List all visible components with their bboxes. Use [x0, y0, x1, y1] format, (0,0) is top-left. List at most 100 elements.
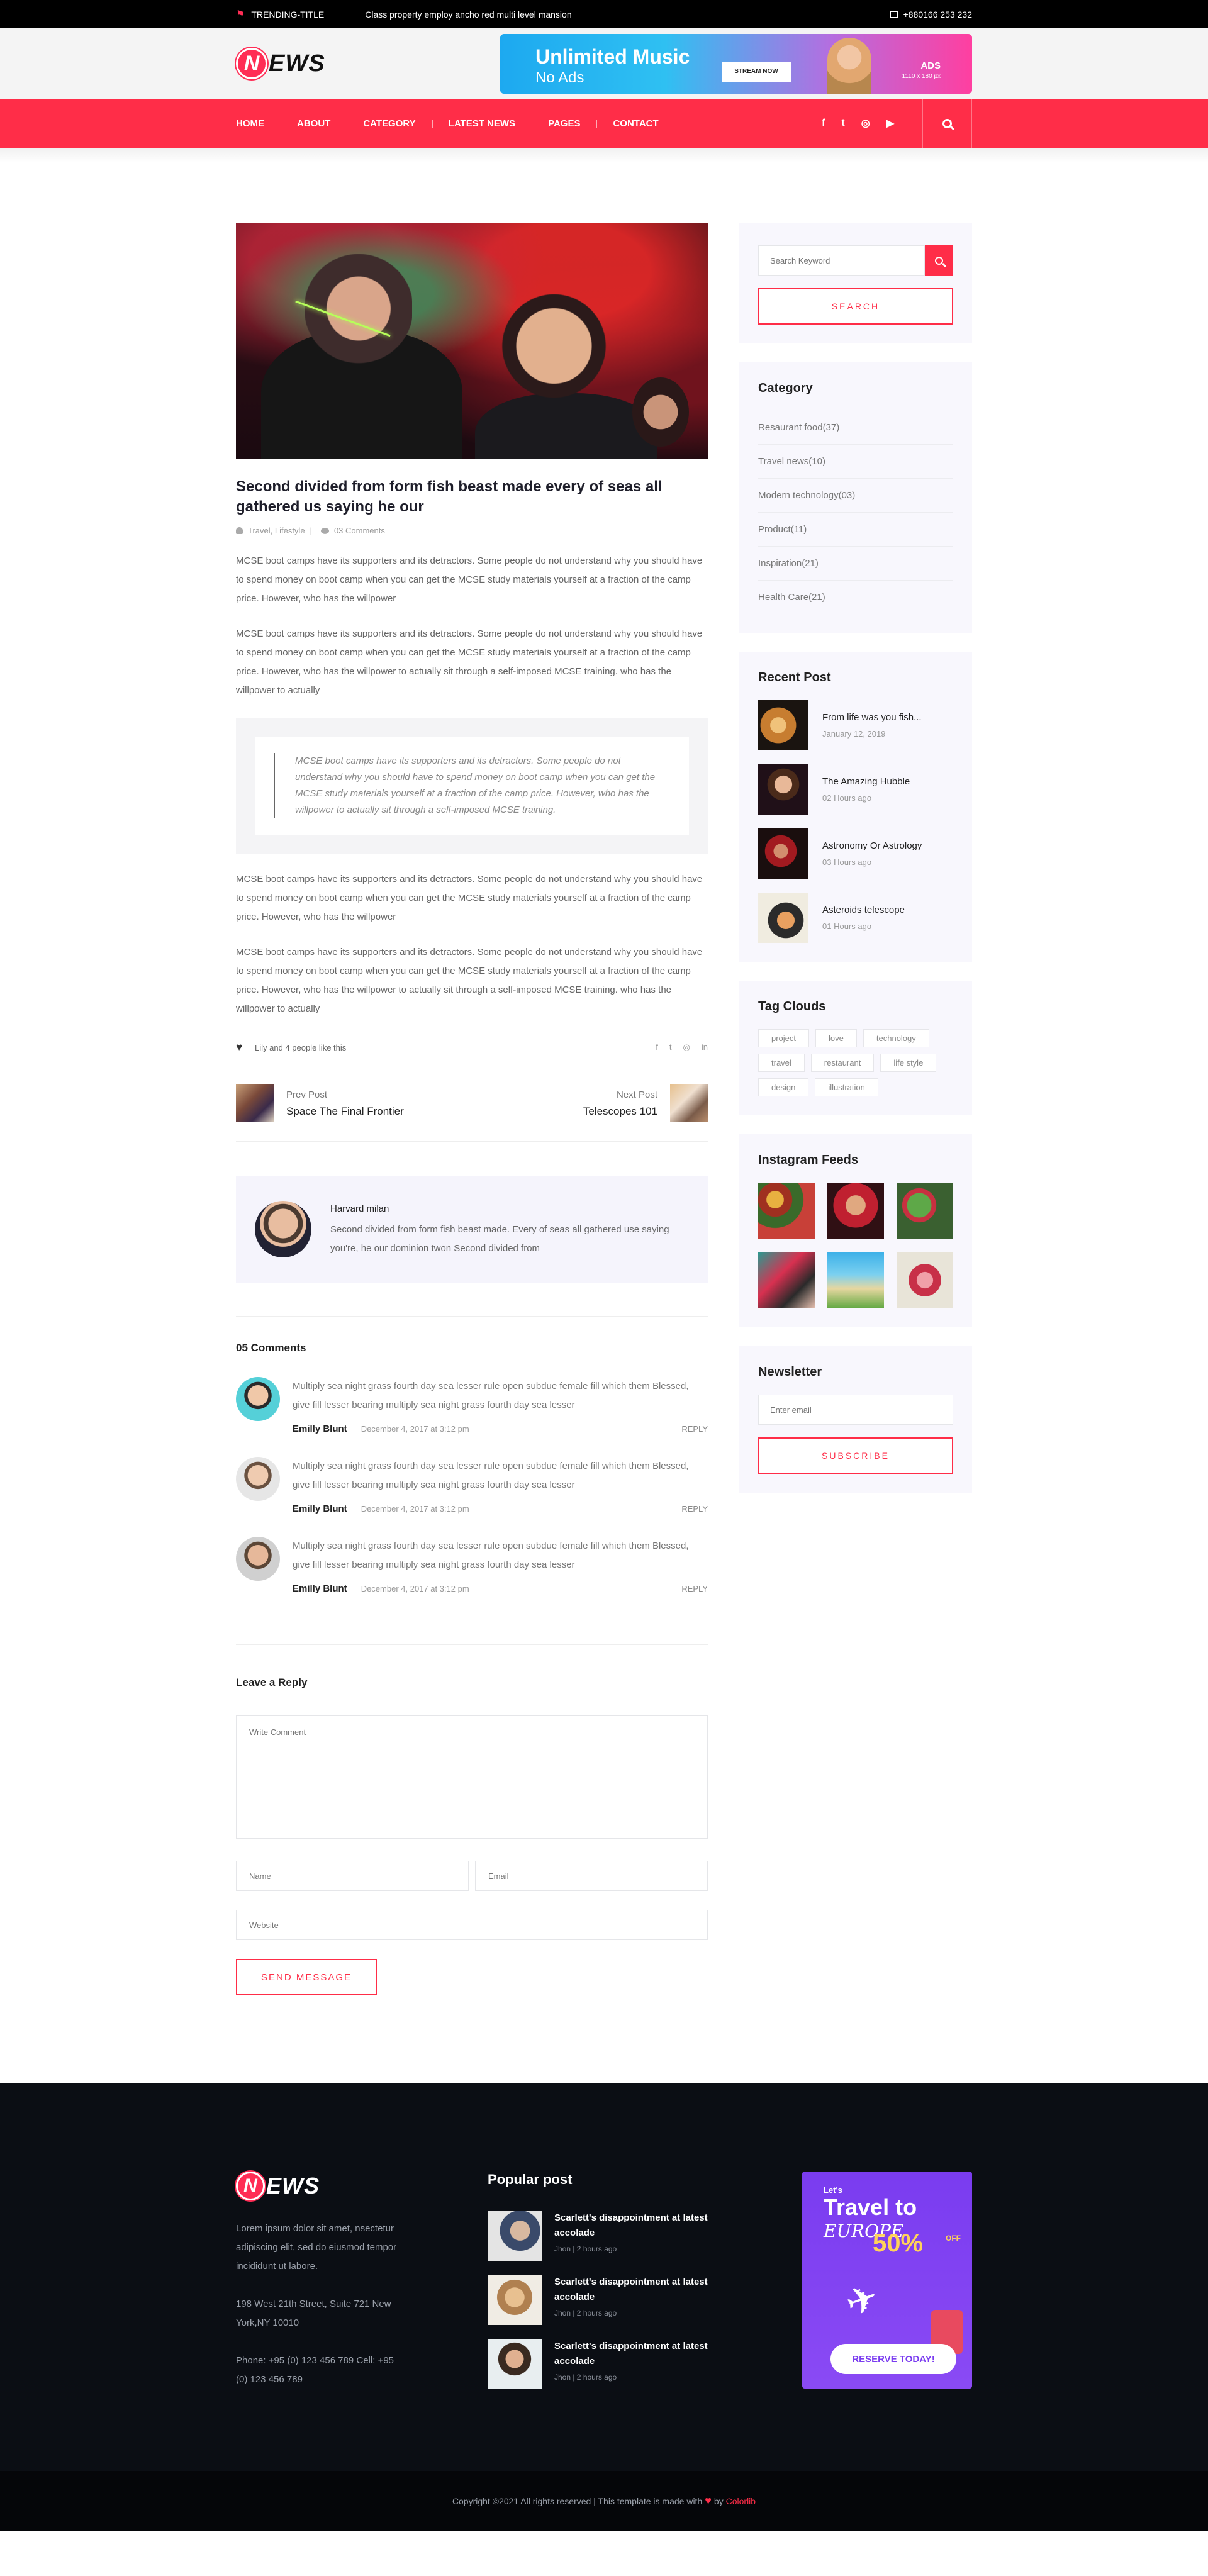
twitter-icon[interactable]: t [669, 1042, 672, 1052]
nav-search-button[interactable] [923, 99, 972, 148]
recent-post-date: 01 Hours ago [822, 922, 872, 931]
comment-author[interactable]: Emilly Blunt [293, 1583, 347, 1594]
post-feature-image [236, 223, 708, 459]
prev-post-thumbnail [236, 1084, 274, 1122]
comment-text: Multiply sea night grass fourth day sea … [293, 1461, 689, 1490]
search-icon [942, 118, 952, 128]
category-item[interactable]: Modern technology(03) [758, 479, 953, 513]
nav-item-latest-news[interactable]: LATEST NEWS [432, 118, 532, 129]
facebook-icon[interactable]: f [822, 118, 825, 129]
reply-button[interactable]: reply [681, 1584, 708, 1593]
subscribe-button[interactable]: Subscribe [758, 1437, 953, 1474]
tag-item[interactable]: restaurant [810, 1054, 875, 1072]
search-input[interactable] [758, 245, 925, 276]
facebook-icon[interactable]: f [656, 1042, 658, 1052]
instagram-photo[interactable] [758, 1183, 815, 1239]
tag-item[interactable]: technology [863, 1029, 929, 1047]
colorlib-link[interactable]: Colorlib [726, 2496, 756, 2506]
send-message-button[interactable]: Send Message [236, 1959, 377, 1995]
category-item[interactable]: Product(11) [758, 513, 953, 547]
comment-text: Multiply sea night grass fourth day sea … [293, 1381, 689, 1410]
tag-item[interactable]: design [758, 1078, 809, 1096]
youtube-icon[interactable]: ▶ [886, 117, 894, 130]
search-button[interactable]: Search [758, 288, 953, 325]
instagram-photo[interactable] [897, 1252, 953, 1308]
recent-post-date: 02 Hours ago [822, 793, 872, 803]
post-categories[interactable]: Travel, Lifestyle [248, 526, 305, 535]
comment-author[interactable]: Emilly Blunt [293, 1424, 347, 1434]
heart-icon[interactable]: ♥ [236, 1042, 246, 1052]
tag-item[interactable]: project [758, 1029, 810, 1047]
site-logo[interactable]: N EWS [236, 48, 325, 79]
comment-avatar [236, 1377, 280, 1421]
reserve-today-button[interactable]: Reserve Today! [830, 2344, 956, 2374]
category-item[interactable]: Inspiration(21) [758, 547, 953, 581]
footer-popular-posts: Popular post Scarlett's disappointment a… [488, 2172, 720, 2389]
next-post-link[interactable]: Next Post Telescopes 101 [583, 1084, 708, 1122]
header-ad-banner[interactable]: Unlimited Music No Ads STREAM NOW ADS 11… [500, 33, 972, 94]
popular-post-title: Scarlett's disappointment at latest acco… [554, 2212, 708, 2238]
prev-post-link[interactable]: Prev Post Space The Final Frontier [236, 1084, 404, 1122]
recent-post-widget: Recent Post From life was you fish... Ja… [739, 652, 972, 962]
nav-item-category[interactable]: CATEGORY [347, 118, 432, 129]
instagram-icon[interactable]: ◎ [861, 117, 870, 130]
tag-item[interactable]: travel [758, 1054, 805, 1072]
author-name[interactable]: Harvard milan [330, 1203, 689, 1214]
nav-item-contact[interactable]: CONTACT [596, 118, 674, 129]
tag-item[interactable]: life style [880, 1054, 937, 1072]
nav-item-home[interactable]: HOME [236, 118, 281, 129]
blog-post: Second divided from form fish beast made… [236, 223, 720, 1995]
comment-textarea[interactable] [236, 1715, 708, 1839]
meta-divider: | [310, 526, 312, 535]
comment-item: Multiply sea night grass fourth day sea … [236, 1377, 708, 1434]
quote-text: MCSE boot camps have its supporters and … [295, 756, 656, 815]
stream-now-button[interactable]: STREAM NOW [722, 61, 791, 82]
instagram-photo[interactable] [827, 1183, 884, 1239]
prev-post-title: Space The Final Frontier [286, 1105, 404, 1117]
behance-icon[interactable]: in [702, 1042, 708, 1052]
blockquote: MCSE boot camps have its supporters and … [236, 718, 708, 854]
comment-text: Multiply sea night grass fourth day sea … [293, 1541, 689, 1570]
instagram-photo[interactable] [758, 1252, 815, 1308]
phone-contact[interactable]: +880166 253 232 [889, 9, 972, 20]
instagram-photo[interactable] [827, 1252, 884, 1308]
recent-post-date: 03 Hours ago [822, 857, 872, 867]
ad-size: 1110 x 180 px [902, 72, 941, 80]
email-input[interactable] [475, 1861, 708, 1891]
recent-post-item[interactable]: The Amazing Hubble 02 Hours ago [758, 764, 953, 815]
tag-item[interactable]: illustration [815, 1078, 878, 1096]
comment-author[interactable]: Emilly Blunt [293, 1503, 347, 1514]
recent-post-item[interactable]: Astronomy Or Astrology 03 Hours ago [758, 828, 953, 879]
reply-button[interactable]: reply [681, 1424, 708, 1434]
website-input[interactable] [236, 1910, 708, 1940]
newsletter-email-input[interactable] [758, 1395, 953, 1425]
recent-post-title: Astronomy Or Astrology [822, 840, 922, 851]
comment-item: Multiply sea night grass fourth day sea … [236, 1537, 708, 1594]
instagram-photo[interactable] [897, 1183, 953, 1239]
search-submit-button[interactable] [925, 245, 953, 276]
popular-post-item[interactable]: Scarlett's disappointment at latest acco… [488, 2211, 720, 2261]
nav-item-about[interactable]: ABOUT [281, 118, 347, 129]
nav-item-pages[interactable]: PAGES [532, 118, 596, 129]
widget-title: Recent Post [758, 671, 831, 684]
twitter-icon[interactable]: t [841, 118, 844, 129]
share-links: f t ◎ in [656, 1042, 708, 1052]
ad-subtitle: No Ads [535, 69, 584, 86]
popular-post-item[interactable]: Scarlett's disappointment at latest acco… [488, 2275, 720, 2325]
tag-item[interactable]: love [815, 1029, 857, 1047]
category-item[interactable]: Travel news(10) [758, 445, 953, 479]
travel-ad-banner[interactable]: Let's Travel to EUROPE 50% OFF ✈ Reserve… [802, 2172, 972, 2389]
name-input[interactable] [236, 1861, 469, 1891]
popular-post-meta: Jhon | 2 hours ago [554, 2373, 617, 2382]
sidebar: Search Category Resaurant food(37) Trave… [739, 223, 972, 1512]
trending-text[interactable]: Class property employ ancho red multi le… [365, 9, 571, 20]
category-item[interactable]: Resaurant food(37) [758, 411, 953, 445]
recent-post-item[interactable]: Asteroids telescope 01 Hours ago [758, 893, 953, 943]
recent-post-item[interactable]: From life was you fish... January 12, 20… [758, 700, 953, 750]
category-item[interactable]: Health Care(21) [758, 581, 953, 614]
popular-post-item[interactable]: Scarlett's disappointment at latest acco… [488, 2339, 720, 2389]
pinterest-icon[interactable]: ◎ [683, 1042, 690, 1052]
footer-logo[interactable]: N EWS [236, 2172, 406, 2200]
post-comment-count[interactable]: 03 Comments [334, 526, 385, 535]
reply-button[interactable]: reply [681, 1504, 708, 1514]
